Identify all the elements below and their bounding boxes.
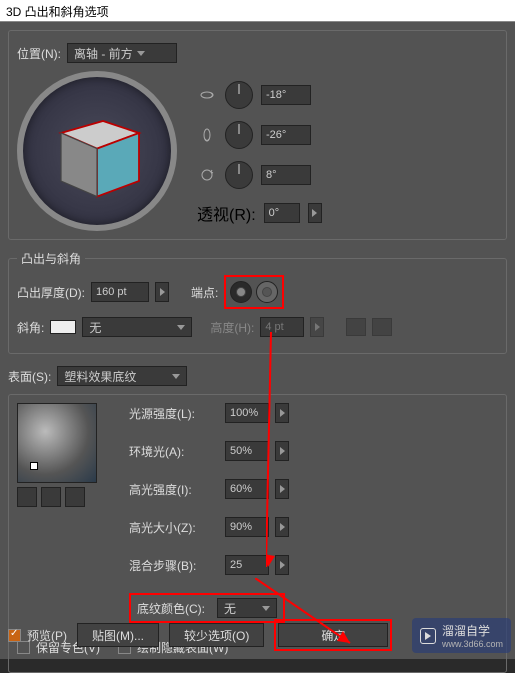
ambient-stepper[interactable] [275, 441, 289, 461]
highlight-intensity-input[interactable] [225, 479, 269, 499]
rot-x-input[interactable] [261, 85, 311, 105]
preview-label: 预览(P) [27, 627, 67, 644]
bevel-label: 斜角: [17, 319, 44, 336]
bevel-out-button [372, 318, 392, 336]
watermark-text: 溜溜自学 [442, 622, 503, 639]
blend-stepper[interactable] [275, 555, 289, 575]
dial-x[interactable] [225, 81, 253, 109]
perspective-input[interactable] [264, 203, 300, 223]
dial-y[interactable] [225, 121, 253, 149]
light-intensity-stepper[interactable] [275, 403, 289, 423]
ok-highlight: 确定 [274, 619, 392, 651]
cap-off-button[interactable] [230, 281, 252, 303]
bevel-swatch [50, 320, 76, 334]
surface-dropdown[interactable]: 塑料效果底纹 [57, 366, 187, 386]
height-stepper [310, 317, 324, 337]
cube-icon [37, 91, 157, 211]
light-delete-button[interactable] [65, 487, 85, 507]
chevron-down-icon [172, 374, 180, 379]
watermark-url: www.3d66.com [442, 639, 503, 649]
play-icon [420, 628, 436, 644]
ok-button[interactable]: 确定 [278, 623, 388, 647]
light-intensity-input[interactable] [225, 403, 269, 423]
surface-label: 表面(S): [8, 368, 51, 385]
chevron-down-icon [262, 606, 270, 611]
position-fieldset: 位置(N): 离轴 - 前方 [8, 30, 507, 240]
cap-highlight [224, 275, 284, 309]
light-intensity-label: 光源强度(L): [129, 405, 219, 422]
checkbox-checked-icon [8, 629, 21, 642]
light-new-button[interactable] [41, 487, 61, 507]
rotate-x-icon [197, 85, 217, 105]
bevel-dropdown[interactable]: 无 [82, 317, 192, 337]
surface-value: 塑料效果底纹 [64, 368, 136, 385]
preview-checkbox[interactable]: 预览(P) [8, 627, 67, 644]
chevron-down-icon [177, 325, 185, 330]
rot-y-input[interactable] [261, 125, 311, 145]
shading-color-dropdown[interactable]: 无 [217, 598, 277, 618]
ambient-input[interactable] [225, 441, 269, 461]
light-preview[interactable] [17, 403, 97, 483]
ambient-label: 环境光(A): [129, 443, 219, 460]
cap-label: 端点: [191, 284, 218, 301]
highlight-intensity-stepper[interactable] [275, 479, 289, 499]
highlight-size-input[interactable] [225, 517, 269, 537]
perspective-label: 透视(R): [197, 201, 256, 225]
watermark: 溜溜自学 www.3d66.com [412, 618, 511, 653]
highlight-size-stepper[interactable] [275, 517, 289, 537]
light-back-button[interactable] [17, 487, 37, 507]
depth-input[interactable] [91, 282, 149, 302]
height-label: 高度(H): [210, 319, 254, 336]
rot-z-input[interactable] [261, 165, 311, 185]
highlight-intensity-label: 高光强度(I): [129, 481, 219, 498]
depth-stepper[interactable] [155, 282, 169, 302]
fewer-options-button[interactable]: 较少选项(O) [169, 623, 264, 647]
shading-color-label: 底纹颜色(C): [137, 600, 205, 617]
cube-preview[interactable] [17, 71, 177, 231]
perspective-stepper[interactable] [308, 203, 322, 223]
cap-on-button[interactable] [256, 281, 278, 303]
dial-z[interactable] [225, 161, 253, 189]
height-input [260, 317, 304, 337]
highlight-size-label: 高光大小(Z): [129, 519, 219, 536]
blend-input[interactable] [225, 555, 269, 575]
rotate-y-icon [197, 125, 217, 145]
rotate-z-icon [197, 165, 217, 185]
depth-label: 凸出厚度(D): [17, 284, 85, 301]
position-label: 位置(N): [17, 45, 61, 62]
extrude-legend: 凸出与斜角 [17, 250, 85, 267]
chevron-down-icon [137, 51, 145, 56]
bevel-value: 无 [89, 319, 101, 336]
extrude-fieldset: 凸出与斜角 凸出厚度(D): 端点: 斜角: 无 [8, 250, 507, 354]
position-value: 离轴 - 前方 [74, 45, 133, 62]
position-dropdown[interactable]: 离轴 - 前方 [67, 43, 177, 63]
light-point[interactable] [30, 462, 38, 470]
shading-color-value: 无 [224, 600, 236, 617]
bevel-in-button [346, 318, 366, 336]
window-titlebar: 3D 凸出和斜角选项 [0, 0, 515, 22]
blend-label: 混合步骤(B): [129, 557, 219, 574]
map-art-button[interactable]: 贴图(M)... [77, 623, 159, 647]
